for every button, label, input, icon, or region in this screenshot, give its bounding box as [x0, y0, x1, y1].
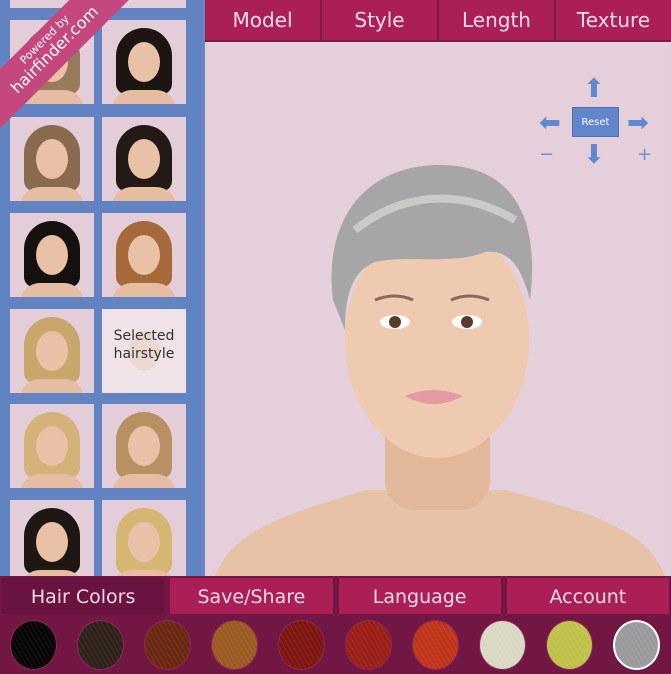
hairstyle-thumbnail[interactable] [10, 213, 94, 297]
hair-color-swatch[interactable] [479, 620, 526, 670]
arrow-left-icon[interactable]: ⬅ [539, 110, 561, 136]
hairstyle-gallery[interactable]: Selected hairstyle Powered by hairfinder… [0, 0, 202, 576]
hairstyle-thumbnail[interactable] [10, 117, 94, 201]
hairstyle-thumbnail[interactable] [102, 500, 186, 576]
hair-color-swatch[interactable] [77, 620, 124, 670]
hairstyle-thumbnail[interactable] [102, 117, 186, 201]
reset-button[interactable]: Reset [572, 107, 619, 137]
hairstyle-thumbnail[interactable] [10, 309, 94, 393]
hair-color-swatch[interactable] [144, 620, 191, 670]
arrow-up-icon[interactable]: ⬆ [583, 76, 605, 102]
hairstyle-thumbnail[interactable] [102, 20, 186, 104]
hair-color-swatch[interactable] [613, 620, 660, 670]
hair-color-swatch[interactable] [211, 620, 258, 670]
hair-color-swatches [0, 620, 671, 670]
tab-language[interactable]: Language [338, 578, 501, 614]
tab-save-share[interactable]: Save/Share [170, 578, 333, 614]
hair-color-swatch[interactable] [10, 620, 57, 670]
selected-hairstyle-label: Selected hairstyle [113, 328, 175, 362]
tab-hair-colors[interactable]: Hair Colors [2, 578, 165, 614]
tab-model[interactable]: Model [205, 0, 320, 40]
position-controls: ⬆ ⬅ ➡ ⬇ Reset − + [535, 76, 659, 170]
hairstyle-thumbnail[interactable] [10, 404, 94, 488]
tab-texture[interactable]: Texture [556, 0, 671, 40]
tab-length[interactable]: Length [439, 0, 554, 40]
arrow-right-icon[interactable]: ➡ [627, 110, 649, 136]
preview-area: Model Style Length Texture ⬆ ⬅ ➡ ⬇ Reset… [205, 0, 671, 576]
hair-color-swatch[interactable] [546, 620, 593, 670]
bottom-bar: Hair Colors Save/Share Language Account [0, 576, 671, 674]
arrow-down-icon[interactable]: ⬇ [583, 142, 605, 168]
tab-style[interactable]: Style [322, 0, 437, 40]
top-tabs: Model Style Length Texture [205, 0, 671, 42]
hairstyle-thumbnail[interactable] [102, 404, 186, 488]
tab-account[interactable]: Account [506, 578, 669, 614]
hair-color-swatch[interactable] [412, 620, 459, 670]
zoom-out-button[interactable]: − [539, 144, 554, 165]
hair-color-swatch[interactable] [278, 620, 325, 670]
zoom-in-button[interactable]: + [637, 144, 652, 165]
selected-hairstyle-thumbnail[interactable]: Selected hairstyle [102, 309, 186, 393]
hair-color-swatch[interactable] [345, 620, 392, 670]
hairstyle-thumbnail[interactable] [10, 500, 94, 576]
hairstyle-thumbnail[interactable] [102, 213, 186, 297]
